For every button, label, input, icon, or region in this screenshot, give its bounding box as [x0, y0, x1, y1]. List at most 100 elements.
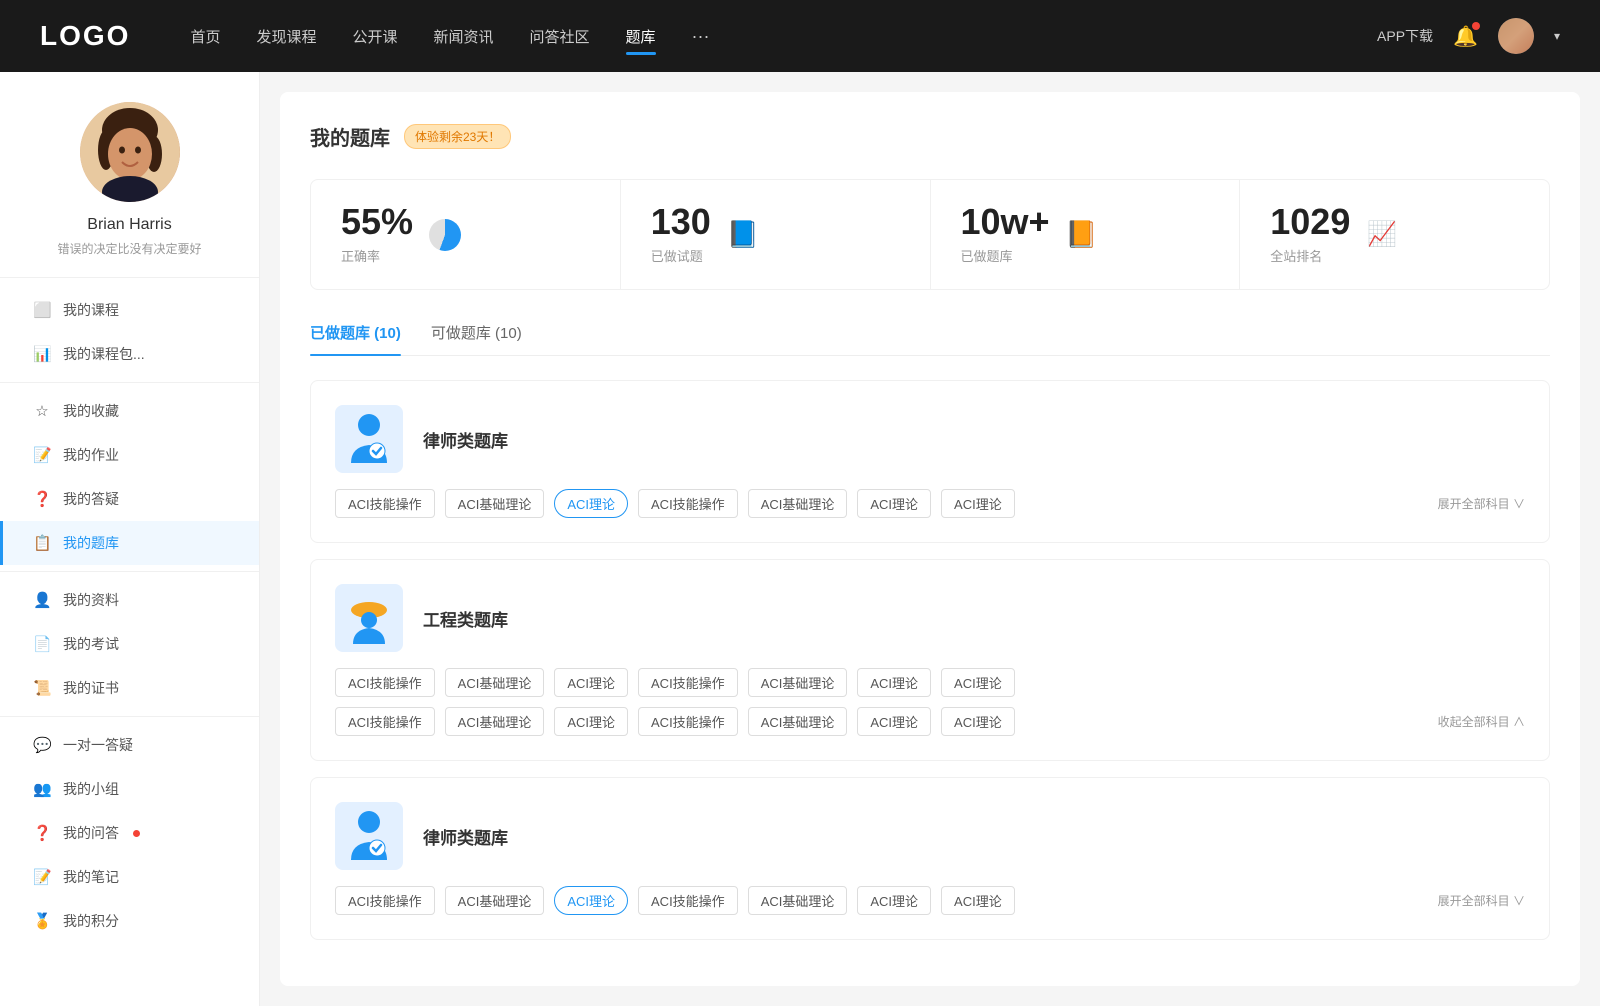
notes-icon: 📝 — [33, 868, 51, 886]
sidebar-label-favorites: 我的收藏 — [63, 401, 119, 421]
nav-opencourse[interactable]: 公开课 — [352, 22, 397, 51]
sidebar-label-questions: 我的答疑 — [63, 489, 119, 509]
tag-e2-0[interactable]: ACI技能操作 — [335, 707, 435, 736]
sidebar-item-my-qa[interactable]: ❓ 我的问答 — [0, 811, 259, 855]
sidebar-label-notes: 我的笔记 — [63, 867, 119, 887]
tag-l2-5[interactable]: ACI理论 — [857, 886, 931, 915]
my-qa-icon: ❓ — [33, 824, 51, 842]
stat-questions-done: 130 已做试题 📘 — [621, 180, 931, 289]
course-package-icon: 📊 — [33, 345, 51, 363]
avatar[interactable] — [1498, 18, 1534, 54]
tag-l1-6[interactable]: ACI理论 — [941, 489, 1015, 518]
page-wrapper: Brian Harris 错误的决定比没有决定要好 ⬜ 我的课程 📊 我的课程包… — [0, 0, 1600, 1006]
sidebar-label-exam: 我的考试 — [63, 634, 119, 654]
sidebar-label-course-package: 我的课程包... — [63, 344, 145, 364]
main-content: 我的题库 体验剩余23天！ 55% 正确率 — [260, 72, 1600, 1006]
favorites-icon: ☆ — [33, 402, 51, 420]
nav-discover[interactable]: 发现课程 — [256, 22, 316, 51]
tab-done[interactable]: 已做题库 (10) — [310, 322, 401, 355]
tag-e-1[interactable]: ACI基础理论 — [445, 668, 545, 697]
tag-l1-0[interactable]: ACI技能操作 — [335, 489, 435, 518]
tag-e2-3[interactable]: ACI技能操作 — [638, 707, 738, 736]
sidebar-item-homework[interactable]: 📝 我的作业 — [0, 433, 259, 477]
tag-l2-6[interactable]: ACI理论 — [941, 886, 1015, 915]
notification-dot — [1472, 22, 1480, 30]
sidebar-item-certificate[interactable]: 📜 我的证书 — [0, 666, 259, 710]
tag-l1-3[interactable]: ACI技能操作 — [638, 489, 738, 518]
nav-home[interactable]: 首页 — [190, 22, 220, 51]
tag-e-3[interactable]: ACI技能操作 — [638, 668, 738, 697]
tag-e2-5[interactable]: ACI理论 — [857, 707, 931, 736]
sidebar-item-points[interactable]: 🏅 我的积分 — [0, 899, 259, 943]
tag-e2-6[interactable]: ACI理论 — [941, 707, 1015, 736]
nav-qa[interactable]: 问答社区 — [530, 22, 590, 51]
tag-l1-5[interactable]: ACI理论 — [857, 489, 931, 518]
stat-accuracy-label: 正确率 — [341, 246, 413, 265]
pie-chart-icon — [427, 217, 463, 253]
tag-l1-2[interactable]: ACI理论 — [554, 489, 628, 518]
sidebar-label-my-qa: 我的问答 — [63, 823, 119, 843]
nav-links: 首页 发现课程 公开课 新闻资讯 问答社区 题库 ··· — [190, 22, 1377, 51]
divider-2 — [0, 571, 259, 572]
tag-e-2[interactable]: ACI理论 — [554, 668, 628, 697]
user-avatar — [80, 102, 180, 202]
tag-l1-1[interactable]: ACI基础理论 — [445, 489, 545, 518]
qbank-section-lawyer-1: 律师类题库 ACI技能操作 ACI基础理论 ACI理论 ACI技能操作 ACI基… — [310, 380, 1550, 543]
navbar: LOGO 首页 发现课程 公开课 新闻资讯 问答社区 题库 ··· APP下载 … — [0, 0, 1600, 72]
expand-lawyer-1[interactable]: 展开全部科目 ∨ — [1438, 495, 1525, 512]
nav-more[interactable]: ··· — [692, 26, 710, 47]
points-icon: 🏅 — [33, 912, 51, 930]
qbank-header-lawyer-2: 律师类题库 — [335, 802, 1525, 870]
tag-l2-3[interactable]: ACI技能操作 — [638, 886, 738, 915]
chevron-down-icon[interactable]: ▾ — [1554, 29, 1560, 43]
qbank-title-lawyer-1: 律师类题库 — [423, 427, 508, 452]
stat-ranking: 1029 全站排名 📈 — [1240, 180, 1549, 289]
engineer-icon — [335, 584, 403, 652]
avatar-image — [1498, 18, 1534, 54]
tag-e2-4[interactable]: ACI基础理论 — [748, 707, 848, 736]
bell-icon[interactable]: 🔔 — [1453, 24, 1478, 49]
stat-questions-value: 130 — [651, 204, 711, 240]
tag-e-4[interactable]: ACI基础理论 — [748, 668, 848, 697]
app-download-button[interactable]: APP下载 — [1377, 26, 1433, 46]
tabs-row: 已做题库 (10) 可做题库 (10) — [310, 322, 1550, 356]
tag-l2-0[interactable]: ACI技能操作 — [335, 886, 435, 915]
qbank-title-engineer: 工程类题库 — [423, 606, 508, 631]
tag-l2-4[interactable]: ACI基础理论 — [748, 886, 848, 915]
sidebar-menu: ⬜ 我的课程 📊 我的课程包... ☆ 我的收藏 📝 我的作业 ❓ 我的答疑 📋 — [0, 288, 259, 943]
tag-e2-2[interactable]: ACI理论 — [554, 707, 628, 736]
tag-e2-1[interactable]: ACI基础理论 — [445, 707, 545, 736]
sidebar-item-qbank[interactable]: 📋 我的题库 — [0, 521, 259, 565]
qbank-title-lawyer-2: 律师类题库 — [423, 824, 508, 849]
collapse-engineer[interactable]: 收起全部科目 ∧ — [1438, 713, 1525, 730]
sidebar-item-questions[interactable]: ❓ 我的答疑 — [0, 477, 259, 521]
sidebar-label-points: 我的积分 — [63, 911, 119, 931]
sidebar-item-course-package[interactable]: 📊 我的课程包... — [0, 332, 259, 376]
nav-qbank[interactable]: 题库 — [626, 22, 656, 51]
questions-icon: ❓ — [33, 490, 51, 508]
homework-icon: 📝 — [33, 446, 51, 464]
tag-e-6[interactable]: ACI理论 — [941, 668, 1015, 697]
tag-l2-1[interactable]: ACI基础理论 — [445, 886, 545, 915]
page-title: 我的题库 — [310, 122, 390, 151]
expand-lawyer-2[interactable]: 展开全部科目 ∨ — [1438, 892, 1525, 909]
sidebar-item-course[interactable]: ⬜ 我的课程 — [0, 288, 259, 332]
sidebar-item-favorites[interactable]: ☆ 我的收藏 — [0, 389, 259, 433]
content-inner: 我的题库 体验剩余23天！ 55% 正确率 — [280, 92, 1580, 986]
sidebar-label-groups: 我的小组 — [63, 779, 119, 799]
tag-l2-2[interactable]: ACI理论 — [554, 886, 628, 915]
tags-row-lawyer-2: ACI技能操作 ACI基础理论 ACI理论 ACI技能操作 ACI基础理论 AC… — [335, 886, 1525, 915]
tag-e-5[interactable]: ACI理论 — [857, 668, 931, 697]
sidebar-item-tutoring[interactable]: 💬 一对一答疑 — [0, 723, 259, 767]
tab-available[interactable]: 可做题库 (10) — [431, 322, 522, 355]
exam-icon: 📄 — [33, 635, 51, 653]
sidebar-label-qbank: 我的题库 — [63, 533, 119, 553]
tag-l1-4[interactable]: ACI基础理论 — [748, 489, 848, 518]
divider-3 — [0, 716, 259, 717]
nav-news[interactable]: 新闻资讯 — [434, 22, 494, 51]
sidebar-item-profile[interactable]: 👤 我的资料 — [0, 578, 259, 622]
sidebar-item-notes[interactable]: 📝 我的笔记 — [0, 855, 259, 899]
sidebar-item-exam[interactable]: 📄 我的考试 — [0, 622, 259, 666]
sidebar-item-groups[interactable]: 👥 我的小组 — [0, 767, 259, 811]
tag-e-0[interactable]: ACI技能操作 — [335, 668, 435, 697]
